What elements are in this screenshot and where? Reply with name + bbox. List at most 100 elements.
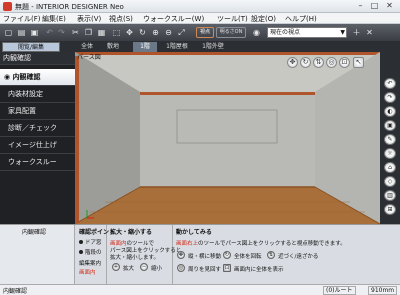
sidebar-item-interior-check[interactable]: ◉ 内観確認 bbox=[0, 69, 75, 86]
status-grid: 910mm bbox=[368, 286, 398, 295]
menu-viewpoint[interactable]: 視点(S) bbox=[109, 14, 133, 24]
radio-selected-icon: ◉ bbox=[4, 73, 13, 81]
tool-e-icon[interactable]: ✎ bbox=[384, 134, 396, 145]
perspective-viewport[interactable]: パース図 ✥ ↻ ⇅ ◎ ⊡ ↖ bbox=[75, 52, 380, 224]
menu-view[interactable]: 表示(V) bbox=[77, 14, 101, 24]
viewport-label: パース図 bbox=[77, 54, 101, 61]
view-delete-icon[interactable]: ✕ bbox=[364, 27, 375, 38]
save-icon[interactable]: ▣ bbox=[29, 27, 40, 38]
tool-g-icon[interactable]: ⌂ bbox=[384, 162, 396, 173]
look-around-icon[interactable]: ◎ bbox=[326, 57, 337, 68]
menu-settings[interactable]: 設定(O) bbox=[251, 14, 276, 24]
navigation-controls: ✥ ↻ ⇅ ◎ ⊡ ↖ bbox=[287, 57, 367, 70]
tool-i-icon[interactable]: ▥ bbox=[384, 190, 396, 201]
tab-view-edit[interactable]: 閲覧/編集 bbox=[2, 42, 60, 52]
rotate-icon[interactable]: ↻ bbox=[223, 251, 231, 259]
guide-point-line1: ドア窓 bbox=[85, 240, 102, 246]
sidebar-item-image-finish[interactable]: イメージ仕上げ bbox=[0, 137, 75, 154]
select-icon[interactable]: ⬚ bbox=[111, 27, 122, 38]
guide-point-line3: 編集案内 bbox=[79, 261, 102, 267]
tool-c-icon[interactable]: ◐ bbox=[384, 106, 396, 117]
pointer-icon[interactable]: ↖ bbox=[353, 57, 364, 68]
sidebar-header: 内観確認 bbox=[0, 52, 75, 65]
menu-file[interactable]: ファイル(F) bbox=[3, 14, 41, 24]
menu-edit[interactable]: 編集(E) bbox=[42, 14, 66, 24]
orbit-icon[interactable]: ↻ bbox=[300, 57, 311, 68]
guide-point-section: 確認ポイント ドア窓 階段の 編集案内 画面内 bbox=[76, 225, 115, 285]
guide-move-title: 動かしてみる bbox=[176, 229, 212, 236]
pan-icon[interactable]: ✥ bbox=[124, 27, 135, 38]
tab-floor-site[interactable]: 敷地 bbox=[102, 42, 124, 52]
sidebar: 内観確認 ◉ 内観確認 内装材設定 家具配置 診断／チェック イメージ仕上げ ウ… bbox=[0, 52, 75, 224]
fit-icon[interactable]: ⤢ bbox=[176, 27, 187, 38]
tab-floor-1f[interactable]: 1階 bbox=[133, 42, 157, 52]
sidebar-item-label: 内観確認 bbox=[12, 73, 41, 81]
tab-floor-all[interactable]: 全体 bbox=[76, 42, 98, 52]
tool-f-icon[interactable]: ☼ bbox=[384, 148, 396, 159]
rotate-icon[interactable]: ↻ bbox=[137, 27, 148, 38]
save-view-button[interactable]: 視点 bbox=[196, 27, 214, 38]
guide-point-line4: 画面内 bbox=[79, 270, 96, 276]
move-icon[interactable]: ✥ bbox=[177, 251, 185, 259]
window-title: 無題 - INTERIOR DESIGNER Neo bbox=[15, 3, 124, 11]
tab-label: 閲覧/編集 bbox=[17, 44, 45, 51]
paste-icon[interactable]: ▦ bbox=[96, 27, 107, 38]
close-button[interactable]: ✕ bbox=[383, 1, 396, 11]
guide-fit-view: 画面内に全体を表示 bbox=[234, 267, 284, 273]
sidebar-item-furniture[interactable]: 家具配置 bbox=[0, 103, 75, 120]
zoom-region-icon[interactable]: ⊡ bbox=[339, 57, 350, 68]
zoom-out-icon[interactable]: − bbox=[140, 263, 148, 271]
sidebar-item-walkthrough[interactable]: ウォークスルー bbox=[0, 154, 75, 171]
status-bar: 内観確認 (0)ルート 910mm bbox=[0, 284, 400, 295]
sidebar-item-material[interactable]: 内装材設定 bbox=[0, 86, 75, 103]
cut-icon[interactable]: ✂ bbox=[70, 27, 81, 38]
guide-point-line2: 階段の bbox=[85, 250, 102, 256]
look-around-icon[interactable]: ◎ bbox=[177, 264, 185, 272]
copy-icon[interactable]: ❐ bbox=[83, 27, 94, 38]
sidebar-item-diagnosis[interactable]: 診断／チェック bbox=[0, 120, 75, 137]
tool-j-icon[interactable]: ⊞ bbox=[384, 204, 396, 215]
tool-h-icon[interactable]: ◇ bbox=[384, 176, 396, 187]
guide-zoom-title: 拡大・縮小する bbox=[110, 229, 153, 236]
menu-bar: ファイル(F) 編集(E) 表示(V) 視点(S) ウォークスルー(W) ツール… bbox=[0, 13, 400, 24]
zoom-out-icon[interactable]: ⊖ bbox=[163, 27, 174, 38]
tool-d-icon[interactable]: ▣ bbox=[384, 120, 396, 131]
brightness-toggle[interactable]: 明るさON bbox=[216, 27, 246, 38]
status-left: 内観確認 bbox=[3, 288, 28, 295]
tool-b-icon[interactable]: ↷ bbox=[384, 92, 396, 103]
walk-icon[interactable]: ⇅ bbox=[313, 57, 324, 68]
room-render bbox=[75, 52, 380, 224]
view-select[interactable]: 現在の視点 ▼ bbox=[267, 27, 347, 38]
chevron-down-icon: ▼ bbox=[340, 29, 345, 36]
new-icon[interactable]: ▢ bbox=[3, 27, 14, 38]
minimize-button[interactable]: – bbox=[354, 1, 367, 11]
guide-zoom-text3: 拡大・縮小します。 bbox=[110, 255, 159, 261]
menu-walkthrough[interactable]: ウォークスルー(W) bbox=[143, 14, 204, 24]
view-add-icon[interactable]: ＋ bbox=[351, 27, 362, 38]
app-icon bbox=[3, 2, 12, 11]
guide-left-title: 内観確認 bbox=[22, 229, 47, 236]
walk-icon[interactable]: ⇅ bbox=[267, 251, 275, 259]
zoom-in-icon[interactable]: ⊕ bbox=[150, 27, 161, 38]
move-icon[interactable]: ✥ bbox=[287, 57, 298, 68]
guide-zoom-section: 拡大・縮小する 画面内のツールで パース図上をクリックすると 拡大・縮小します。… bbox=[107, 225, 181, 285]
camera-icon[interactable]: ◉ bbox=[251, 27, 262, 38]
title-bar: 無題 - INTERIOR DESIGNER Neo – □ ✕ bbox=[0, 0, 400, 13]
tool-a-icon[interactable]: ↶ bbox=[384, 78, 396, 89]
undo-icon[interactable]: ↶ bbox=[44, 27, 55, 38]
menu-help[interactable]: ヘルプ(H) bbox=[285, 14, 317, 24]
tab-floor-1f-exterior[interactable]: 1階外壁 bbox=[196, 42, 230, 52]
fit-view-icon[interactable]: ⊡ bbox=[223, 264, 231, 272]
right-toolbar: ↶ ↷ ◐ ▣ ✎ ☼ ⌂ ◇ ▥ ⊞ bbox=[380, 52, 400, 224]
guide-look-around: 周りを見回す bbox=[188, 267, 222, 273]
guide-panel: 内観確認 確認ポイント ドア窓 階段の 編集案内 画面内 拡大・縮小する 画面内… bbox=[0, 224, 400, 285]
guide-zoom-in-label: 拡大 bbox=[123, 266, 135, 272]
redo-icon[interactable]: ↷ bbox=[56, 27, 67, 38]
zoom-in-icon[interactable]: + bbox=[112, 263, 120, 271]
open-icon[interactable]: ▤ bbox=[16, 27, 27, 38]
guide-rotate-all: 全体を回転 bbox=[234, 254, 262, 260]
maximize-button[interactable]: □ bbox=[368, 1, 381, 11]
menu-tools[interactable]: ツール(T) bbox=[217, 14, 248, 24]
guide-move-section: 動かしてみる 画面右上のツールでパース図上をクリックすると視点移動できます。 ✥… bbox=[173, 225, 400, 285]
tab-floor-1f-roof[interactable]: 1階屋根 bbox=[160, 42, 194, 52]
